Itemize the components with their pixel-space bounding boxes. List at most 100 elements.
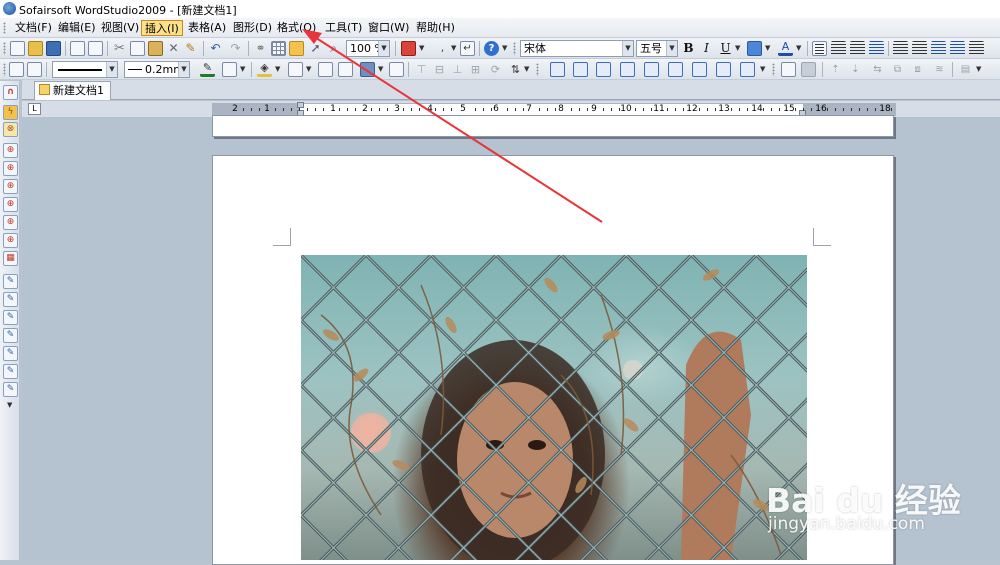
hyperlink-icon[interactable]: ⚭ [253, 41, 268, 56]
chevron-down-icon[interactable]: ▼ [240, 65, 245, 73]
toolbar-grip[interactable] [3, 42, 6, 55]
shape-triangle-icon[interactable] [573, 62, 588, 77]
shape-rect-icon[interactable] [550, 62, 565, 77]
toolbar-grip[interactable] [536, 63, 539, 76]
chevron-down-icon[interactable]: ▼ [306, 65, 311, 73]
shape-star-icon[interactable] [644, 62, 659, 77]
picture-frame-icon[interactable] [801, 62, 816, 77]
pen-icon-1[interactable]: ✎ [3, 274, 18, 289]
chevron-down-icon[interactable]: ▼ [451, 44, 456, 52]
align-right-icon[interactable] [850, 41, 865, 56]
chevron-down-icon[interactable]: ▼ [275, 65, 280, 73]
align-middle-icon[interactable]: ⊟ [432, 62, 447, 77]
pen-icon-2[interactable]: ✎ [3, 292, 18, 307]
chevron-down-icon[interactable]: ▼ [178, 62, 189, 77]
shape-callout-icon[interactable] [620, 62, 635, 77]
border-icon[interactable] [222, 62, 237, 77]
group-icon[interactable]: ⧉ [890, 62, 905, 77]
handle-icon-4[interactable]: ⊕ [3, 197, 18, 212]
line-width-select[interactable]: 0.2mm ▼ [124, 61, 190, 78]
bullet-list-icon[interactable] [893, 41, 908, 56]
font-color-icon[interactable]: A [778, 41, 793, 56]
edit-frame-icon[interactable] [27, 62, 42, 77]
fill-color-icon[interactable]: ◈ [257, 62, 272, 77]
chevron-down-icon[interactable]: ▼ [765, 44, 770, 52]
align-left-icon[interactable] [812, 41, 827, 56]
inserted-photo[interactable] [301, 255, 807, 560]
increase-indent-icon[interactable] [950, 41, 965, 56]
grid-icon[interactable] [318, 62, 333, 77]
chevron-down-icon[interactable]: ▼ [502, 44, 507, 52]
open-folder-icon[interactable] [28, 41, 43, 56]
chevron-down-icon[interactable]: ▼ [735, 44, 740, 52]
sort-icon[interactable]: ⇅ [508, 62, 523, 77]
line-spacing-icon[interactable] [969, 41, 984, 56]
redo-icon[interactable]: ↷ [228, 41, 243, 56]
menu-edit[interactable]: 编辑(E) [55, 20, 99, 36]
menu-view[interactable]: 视图(V) [98, 20, 142, 36]
highlight-icon[interactable]: ⊗ [3, 122, 18, 137]
undo-icon[interactable]: ↶ [208, 41, 223, 56]
menu-window[interactable]: 窗口(W) [365, 20, 412, 36]
justify-icon[interactable] [869, 41, 884, 56]
character-style-icon[interactable] [747, 41, 762, 56]
bring-forward-icon[interactable]: ⇡ [828, 62, 843, 77]
ungroup-icon[interactable]: ⧈ [910, 62, 925, 77]
menubar-grip[interactable] [3, 22, 6, 34]
align-top-icon[interactable]: ⊤ [414, 62, 429, 77]
bold-button[interactable]: B [681, 41, 696, 56]
menu-graphics[interactable]: 图形(D) [230, 20, 275, 36]
paste-icon[interactable] [148, 41, 163, 56]
insert-picture-icon[interactable] [781, 62, 796, 77]
previous-page-bottom[interactable] [212, 115, 894, 137]
chevron-down-icon[interactable]: ▼ [760, 65, 765, 73]
print-preview-icon[interactable] [88, 41, 103, 56]
handle-icon-6[interactable]: ⊕ [3, 233, 18, 248]
pen-icon-3[interactable]: ✎ [3, 310, 18, 325]
print-icon[interactable] [70, 41, 85, 56]
italic-button[interactable]: I [699, 41, 714, 56]
handle-icon-1[interactable]: ⊕ [3, 143, 18, 158]
tab-document-1[interactable]: 新建文档1 [34, 81, 111, 100]
chevron-down-icon[interactable]: ▼ [622, 41, 633, 56]
format-painter-icon[interactable]: ✎ [183, 41, 198, 56]
toolbar-grip[interactable] [3, 63, 6, 76]
tab-stop-selector[interactable]: L [28, 103, 41, 115]
wrap-text-icon[interactable]: ≋ [932, 62, 947, 77]
menu-tools[interactable]: 工具(T) [322, 20, 365, 36]
pen-icon-4[interactable]: ✎ [3, 328, 18, 343]
select-tool-icon[interactable]: ➚ [308, 41, 323, 56]
chevron-down-icon[interactable]: ▼ [106, 62, 117, 77]
decrease-indent-icon[interactable] [931, 41, 946, 56]
chevron-down-icon[interactable]: ▼ [524, 65, 529, 73]
pen-icon-5[interactable]: ✎ [3, 346, 18, 361]
merge-cells-icon[interactable] [389, 62, 404, 77]
toolbar-grip[interactable] [772, 63, 775, 76]
table-shading-icon[interactable] [360, 62, 375, 77]
numbered-list-icon[interactable] [912, 41, 927, 56]
menu-file[interactable]: 文档(F) [12, 20, 55, 36]
menu-table[interactable]: 表格(A) [185, 20, 229, 36]
shape-connector-icon[interactable] [716, 62, 731, 77]
shape-arrow-icon[interactable] [596, 62, 611, 77]
pen-icon-7[interactable]: ✎ [3, 382, 18, 397]
new-document-icon[interactable] [10, 41, 25, 56]
layout-icon[interactable]: ▤ [958, 62, 973, 77]
shape-curve-icon[interactable] [692, 62, 707, 77]
pen-icon-6[interactable]: ✎ [3, 364, 18, 379]
chevron-down-icon[interactable]: ▼ [419, 44, 424, 52]
delete-icon[interactable]: ✕ [166, 41, 181, 56]
rotate-icon[interactable]: ⟳ [488, 62, 503, 77]
insert-object-icon[interactable] [401, 41, 416, 56]
distribute-icon[interactable]: ⊞ [468, 62, 483, 77]
line-color-icon[interactable]: ✎ [200, 62, 215, 77]
help-icon[interactable]: ? [484, 41, 499, 56]
show-marks-icon[interactable]: ↵ [460, 41, 475, 56]
insert-table-icon[interactable] [271, 41, 286, 56]
zoom-select[interactable]: 100 % ▼ [346, 40, 390, 57]
font-name-select[interactable]: 宋体 ▼ [520, 40, 634, 57]
zoom-icon[interactable]: ⌕ [326, 41, 341, 56]
lightning-icon[interactable]: ϟ [3, 105, 18, 120]
chevron-down-icon[interactable]: ▼ [7, 401, 12, 409]
font-size-select[interactable]: 五号 ▼ [636, 40, 678, 57]
